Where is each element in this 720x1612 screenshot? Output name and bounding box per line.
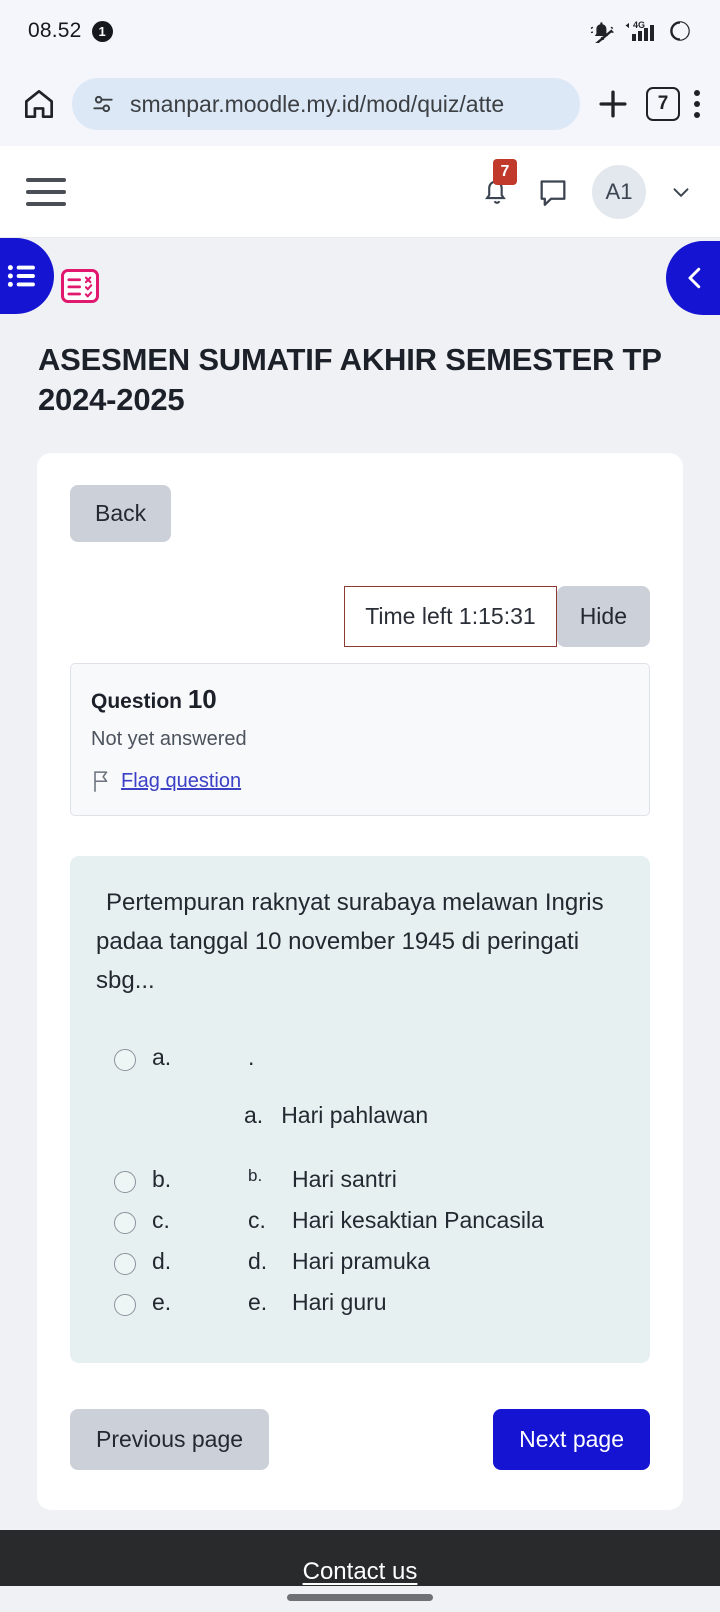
android-gesture-bar[interactable] [287,1594,433,1601]
option-d-label: d. [152,1247,172,1274]
radio-e[interactable] [114,1293,136,1316]
address-bar[interactable]: smanpar.moodle.my.id/mod/quiz/atte [72,78,580,130]
flag-question-row[interactable]: Flag question [91,769,629,793]
answer-options: a. . a. Hari pahlawan b. b. Hari santri [96,1037,624,1323]
question-number-row: Question 10 [91,684,629,715]
site-footer: Contact us [0,1530,720,1586]
quiz-timer: Time left 1:15:31 [344,586,557,648]
flag-icon [94,771,108,793]
svg-text:4G: 4G [633,20,645,30]
navbar-actions: 7 A1 [480,159,694,219]
option-b-text: Hari santri [292,1165,397,1192]
course-index-drawer-toggle[interactable] [0,238,54,314]
next-page-button[interactable]: Next page [493,1408,650,1470]
radio-a[interactable] [114,1048,136,1071]
quiz-timer-row: Time left 1:15:31 Hide [70,586,650,648]
radio-d[interactable] [114,1252,136,1275]
chevron-down-icon[interactable] [668,179,694,205]
avatar[interactable]: A1 [592,164,646,219]
block-drawer-toggle[interactable] [666,241,720,315]
home-icon[interactable] [20,85,58,123]
option-e-label: e. [152,1288,172,1315]
question-info-box: Question 10 Not yet answered Flag questi… [70,663,650,817]
option-c[interactable]: c. c. Hari kesaktian Pancasila [96,1200,624,1241]
tab-counter[interactable]: 7 [646,87,680,121]
quiz-checklist-glyph [67,276,93,298]
option-d-marker: d. [248,1247,268,1274]
kebab-menu-icon[interactable] [694,90,700,118]
option-c-text: Hari kesaktian Pancasila [292,1206,544,1233]
previous-page-button[interactable]: Previous page [70,1408,270,1470]
list-icon [7,265,35,287]
option-a-detail: a. Hari pahlawan [244,1102,624,1129]
notification-badge: 7 [493,159,517,185]
question-text: Pertempuran raknyat surabaya melawan Ing… [96,889,604,995]
status-bar-right: 4G [590,19,692,43]
flag-question-link[interactable]: Flag question [121,770,241,793]
option-c-content: c. Hari kesaktian Pancasila [248,1207,544,1234]
option-c-marker: c. [248,1206,266,1233]
moodle-navbar: 7 A1 [0,146,720,238]
question-number: 10 [187,684,217,715]
option-e-marker: e. [248,1288,268,1315]
url-text: smanpar.moodle.my.id/mod/quiz/atte [130,90,505,117]
hamburger-icon[interactable] [26,177,66,206]
radio-c[interactable] [114,1211,136,1234]
message-icon[interactable] [536,175,570,209]
option-a-detail-text: Hari pahlawan [281,1101,429,1128]
hide-timer-button[interactable]: Hide [556,586,650,648]
question-number-prefix: Question [91,690,188,714]
battery-icon [670,21,690,41]
status-bar-left: 08.52 1 [28,19,113,43]
option-b-marker: b. [248,1165,263,1185]
option-a-detail-marker: a. [244,1101,264,1128]
notifications-button[interactable]: 7 [480,159,517,214]
option-d-content: d. Hari pramuka [248,1248,430,1275]
option-a[interactable]: a. . [96,1037,624,1078]
option-d[interactable]: d. d. Hari pramuka [96,1241,624,1282]
radio-b[interactable] [114,1170,136,1193]
option-d-text: Hari pramuka [292,1247,431,1274]
page-title: ASESMEN SUMATIF AKHIR SEMESTER TP 2024-2… [38,342,662,417]
option-a-label: a. [152,1043,172,1070]
option-e-text: Hari guru [292,1288,387,1315]
back-button[interactable]: Back [70,485,172,543]
tune-icon[interactable] [90,91,116,117]
option-a-content: . [248,1044,254,1071]
browser-toolbar: smanpar.moodle.my.id/mod/quiz/atte 7 [0,62,720,146]
option-e[interactable]: e. e. Hari guru [96,1282,624,1323]
chevron-left-icon [688,267,701,289]
question-state: Not yet answered [91,728,247,751]
bell-muted-icon [590,22,614,43]
quiz-checklist-icon[interactable] [61,269,99,303]
option-c-label: c. [152,1206,170,1233]
plus-icon[interactable] [594,85,632,123]
quiz-card: Back Time left 1:15:31 Hide Question 10 … [37,453,683,1510]
quiz-navigation-row: Previous page Next page [70,1408,650,1470]
android-status-bar: 08.52 1 4G [0,0,720,62]
option-a-text: . [248,1043,255,1070]
option-e-content: e. Hari guru [248,1289,387,1316]
option-b[interactable]: b. b. Hari santri [96,1159,624,1200]
drawer-tabs [0,238,720,326]
signal-4g-icon: 4G [625,20,654,41]
notification-count-badge: 1 [91,20,113,42]
clock: 08.52 [28,19,82,42]
option-b-label: b. [152,1165,172,1192]
option-b-content: b. Hari santri [248,1166,397,1193]
contact-us-link[interactable]: Contact us [303,1558,418,1586]
question-body: Pertempuran raknyat surabaya melawan Ing… [70,856,650,1363]
